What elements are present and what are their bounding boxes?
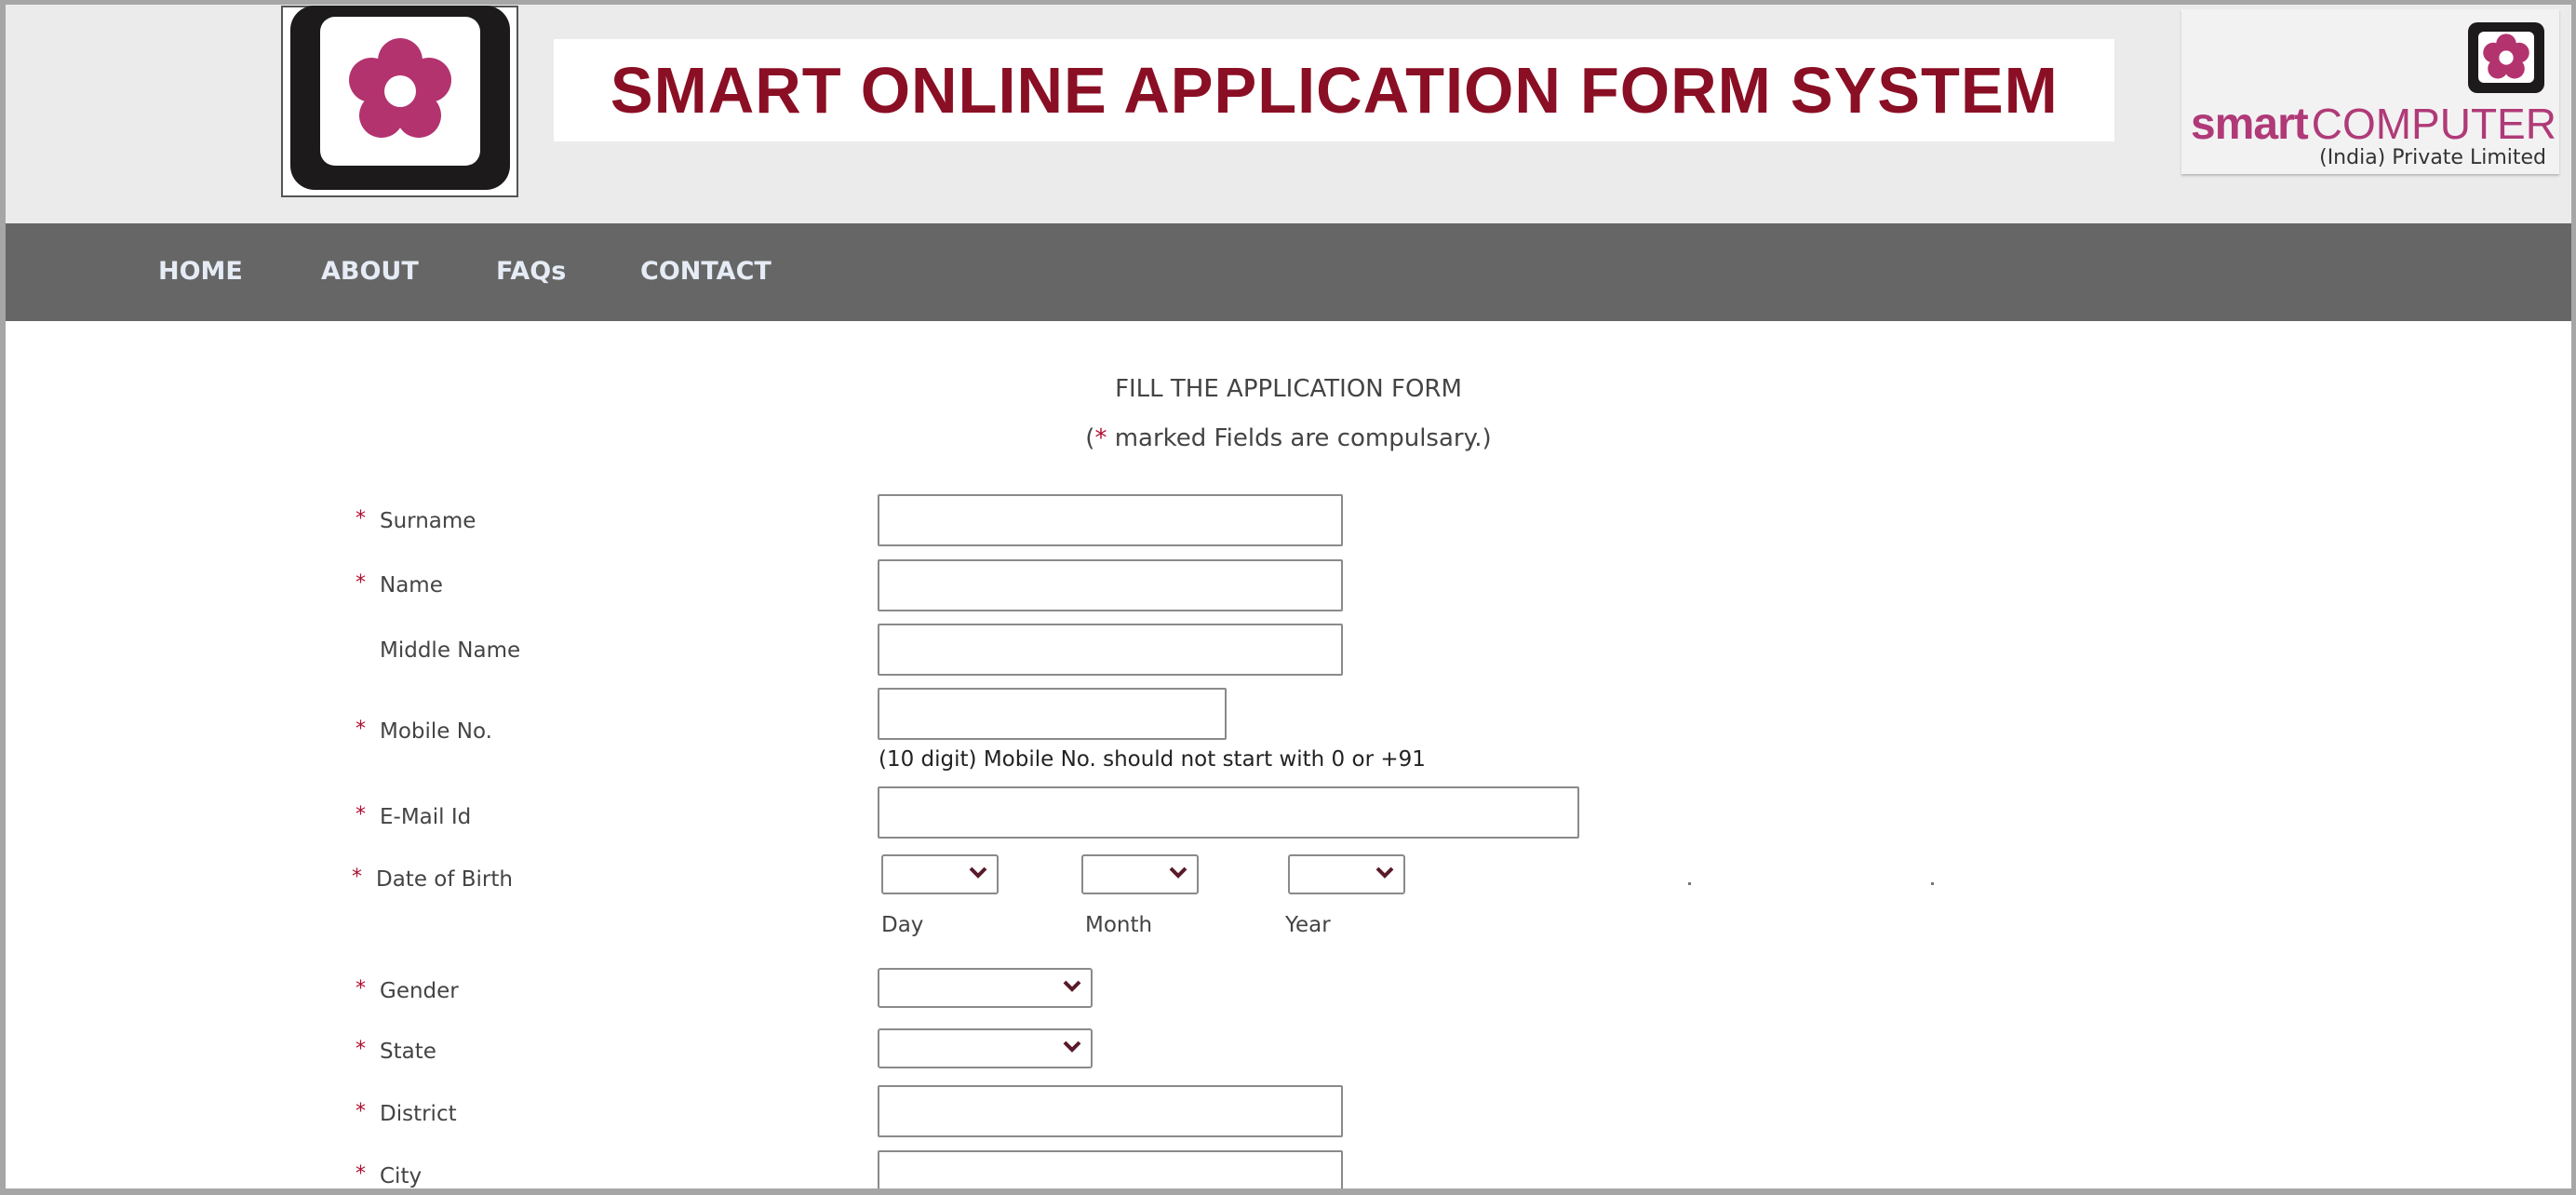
name-input[interactable] [878,559,1343,611]
district-input[interactable] [878,1085,1343,1137]
dob-month-select[interactable] [1081,854,1199,894]
state-label: * State [356,1038,436,1064]
surname-label: * Surname [356,507,476,533]
separator-dot [1688,882,1691,885]
mobile-label: * Mobile No. [356,718,492,744]
company-subtitle: (India) Private Limited [2319,146,2546,169]
chevron-down-icon [1063,1041,1081,1053]
state-select[interactable] [878,1028,1093,1068]
logo-frame [290,6,510,190]
mobile-input[interactable] [878,688,1227,740]
surname-input[interactable] [878,494,1343,546]
gender-label: * Gender [356,977,459,1003]
company-brand: smartCOMPUTER [2191,99,2556,150]
company-logo-mark [2468,22,2544,93]
chevron-down-icon [969,866,987,879]
city-label: * City [356,1162,423,1188]
mobile-hint: (10 digit) Mobile No. should not start w… [879,747,1426,772]
header: SMART ONLINE APPLICATION FORM SYSTEM sma… [6,5,2571,223]
logo-inner [320,17,480,166]
required-asterisk: * [1094,424,1107,452]
email-label: * E-Mail Id [356,803,472,829]
chevron-down-icon [1375,866,1394,879]
email-input[interactable] [878,786,1579,839]
brand-bold: smart [2191,100,2309,149]
nav-contact[interactable]: CONTACT [640,257,771,286]
brand-light: COMPUTER [2311,100,2556,148]
nav-home[interactable]: HOME [158,257,243,286]
district-label: * District [356,1100,457,1126]
chevron-down-icon [1169,866,1187,879]
site-logo[interactable] [281,6,518,197]
nav-about[interactable]: ABOUT [321,257,419,286]
site-title-banner: SMART ONLINE APPLICATION FORM SYSTEM [554,39,2114,141]
flower-icon [2483,34,2529,79]
chevron-down-icon [1063,980,1081,992]
separator-dot [1931,882,1934,885]
day-label: Day [881,913,924,937]
gender-select[interactable] [878,968,1093,1008]
form-heading: FILL THE APPLICATION FORM [1115,375,1462,403]
company-logo[interactable]: smartCOMPUTER (India) Private Limited [2181,9,2559,174]
nav-faqs[interactable]: FAQs [496,257,566,286]
middle-name-label: Middle Name [380,638,521,663]
dob-label: * Date of Birth [352,866,513,892]
name-label: * Name [356,571,443,598]
middle-name-input[interactable] [878,624,1343,676]
compulsory-note: (* marked Fields are compulsary.) [1085,424,1492,452]
main-nav: HOME ABOUT FAQs CONTACT [6,223,2571,321]
dob-year-select[interactable] [1288,854,1405,894]
flower-logo-icon [349,38,451,138]
page: SMART ONLINE APPLICATION FORM SYSTEM sma… [6,5,2571,1188]
city-input[interactable] [878,1150,1343,1188]
site-title: SMART ONLINE APPLICATION FORM SYSTEM [610,54,2059,127]
month-label: Month [1085,913,1153,937]
year-label: Year [1285,913,1331,937]
dob-day-select[interactable] [881,854,999,894]
